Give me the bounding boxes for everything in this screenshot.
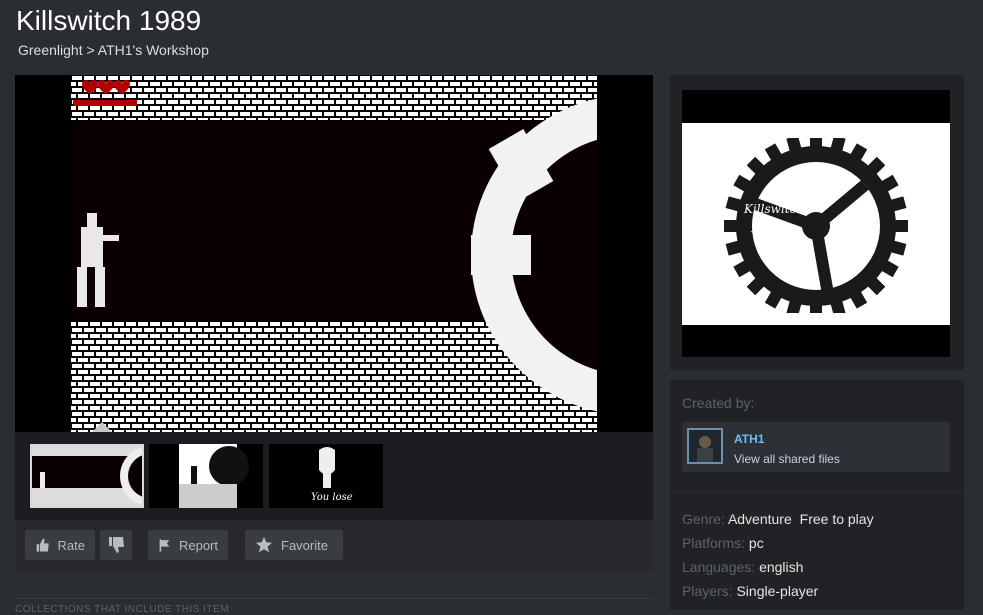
players-row: Players: Single-player <box>682 583 818 599</box>
logo-text-line1: Killswitch <box>743 202 804 216</box>
media-panel: You lose Rate Report Favorite <box>15 75 653 572</box>
avatar[interactable] <box>687 428 723 464</box>
players-label: Players: <box>682 583 733 599</box>
favorite-label: Favorite <box>281 537 328 553</box>
creator-card[interactable]: ATH1 View all shared files <box>682 422 950 472</box>
thumbs-down-icon <box>109 537 124 553</box>
preview-image[interactable]: Killswitch 1989 <box>682 90 950 357</box>
genre-value-1[interactable]: Adventure <box>728 511 792 527</box>
brick-wall-top <box>71 75 597 120</box>
creator-name[interactable]: ATH1 <box>734 432 764 446</box>
main-screenshot[interactable] <box>15 75 653 432</box>
genre-row: Genre: Adventure Free to play <box>682 511 874 527</box>
gear-logo: Killswitch 1989 <box>724 138 908 313</box>
report-label: Report <box>178 537 218 553</box>
rate-button[interactable]: Rate <box>25 530 95 560</box>
thumbnail-strip: You lose <box>15 422 653 520</box>
genre-value-2[interactable]: Free to play <box>800 511 874 527</box>
breadcrumb-separator: > <box>82 42 98 58</box>
thumbnail-3-caption: You lose <box>311 492 353 503</box>
health-bar <box>73 100 137 106</box>
thumbs-up-icon <box>36 538 49 552</box>
favorite-button[interactable]: Favorite <box>245 530 343 560</box>
breadcrumb-parent[interactable]: Greenlight <box>18 42 83 58</box>
genre-label: Genre: <box>682 511 725 527</box>
game-scene <box>71 75 597 432</box>
star-icon <box>256 537 272 553</box>
flag-icon <box>159 539 170 552</box>
avatar-image <box>689 430 721 462</box>
action-bar: Rate Report Favorite <box>15 520 653 572</box>
breadcrumb: Greenlight > ATH1's Workshop <box>18 42 209 58</box>
languages-label: Languages: <box>682 559 756 575</box>
languages-row: Languages: english <box>682 559 803 575</box>
platforms-value[interactable]: pc <box>749 535 764 551</box>
thumbnail-1[interactable] <box>30 444 144 508</box>
thumbs-down-button[interactable] <box>100 530 132 560</box>
breadcrumb-current[interactable]: ATH1's Workshop <box>98 42 209 58</box>
preview-panel: Killswitch 1989 <box>670 75 964 370</box>
report-button[interactable]: Report <box>148 530 228 560</box>
platforms-row: Platforms: pc <box>682 535 764 551</box>
thumbnail-2[interactable] <box>149 444 263 508</box>
section-divider <box>15 598 653 599</box>
players-value[interactable]: Single-player <box>736 583 818 599</box>
selected-thumb-arrow <box>92 422 112 432</box>
created-by-label: Created by: <box>682 395 755 411</box>
languages-value[interactable]: english <box>759 559 803 575</box>
logo-text-line2: 1989 <box>750 221 781 235</box>
rate-label: Rate <box>57 537 85 553</box>
thumbnail-3[interactable]: You lose <box>269 444 383 508</box>
details-panel: Genre: Adventure Free to play Platforms:… <box>670 493 964 610</box>
page-title: Killswitch 1989 <box>16 5 202 36</box>
creator-panel: Created by: ATH1 View all shared files <box>670 380 964 492</box>
view-shared-files-link[interactable]: View all shared files <box>734 452 840 466</box>
platforms-label: Platforms: <box>682 535 746 551</box>
